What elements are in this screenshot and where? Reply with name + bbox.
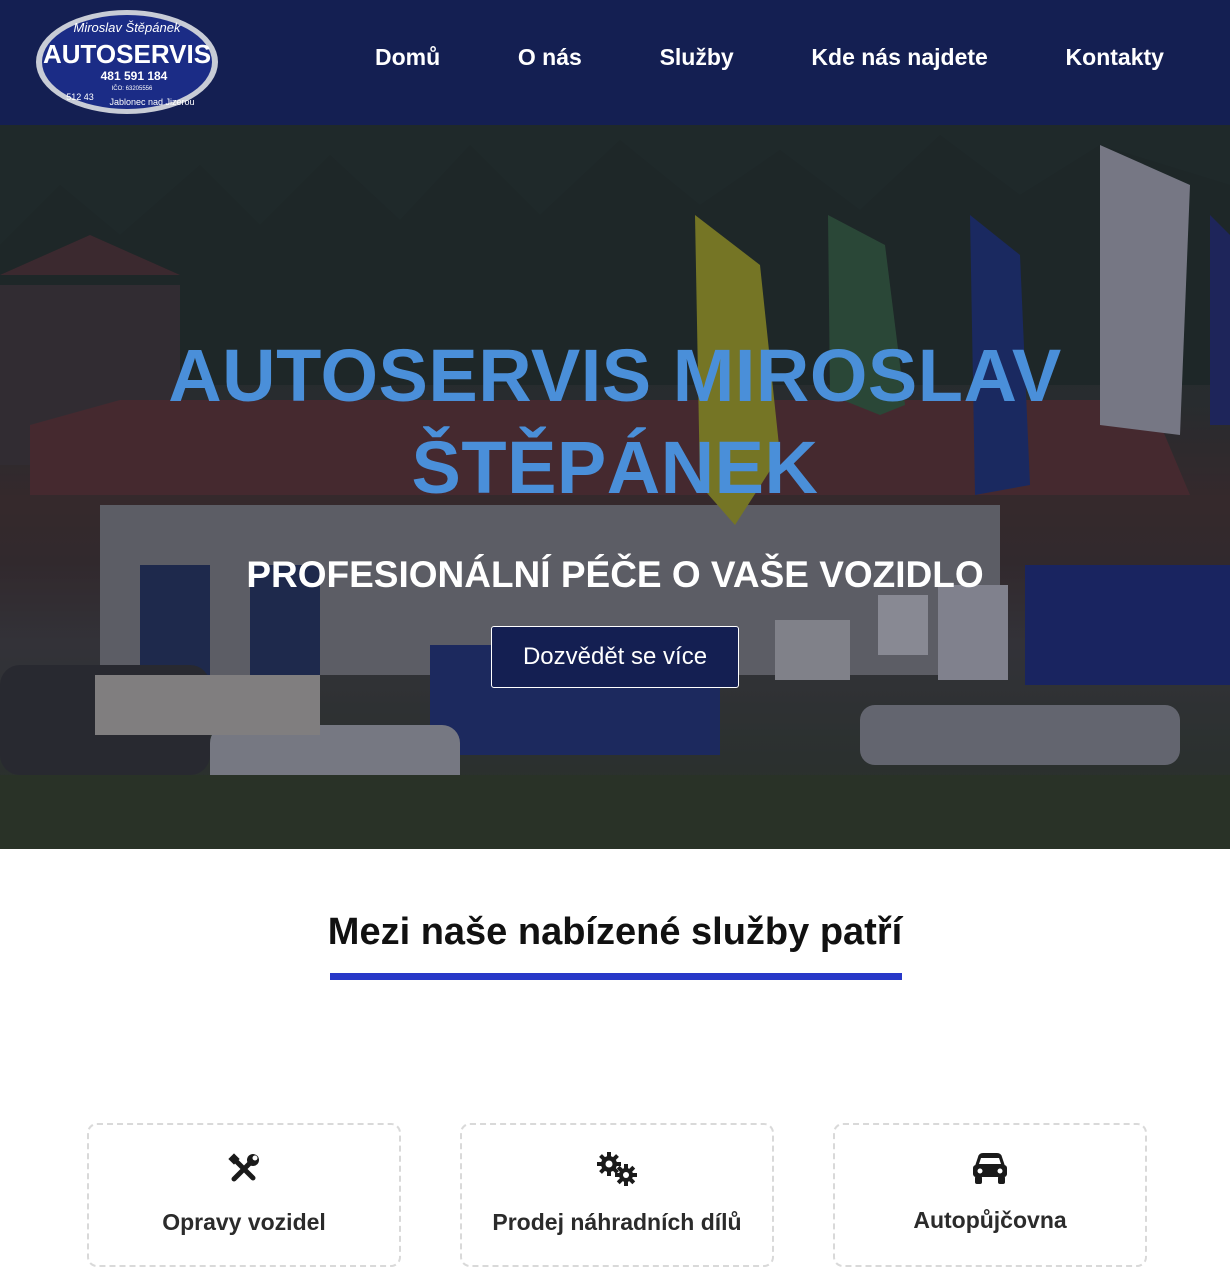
tools-icon xyxy=(228,1153,259,1182)
car-icon xyxy=(973,1153,1007,1184)
hero-section: AUTOSERVIS MIROSLAV ŠTĚPÁNEK PROFESIONÁL… xyxy=(0,125,1230,849)
logo-phone: 481 591 184 xyxy=(101,69,168,83)
logo-town: Jablonec nad Jizerou xyxy=(109,97,194,107)
main-nav: Domů O nás Služby Kde nás najdete Kontak… xyxy=(345,36,1194,79)
service-label-parts: Prodej náhradních dílů xyxy=(492,1209,742,1235)
services-section: Mezi naše nabízené služby patří Opravy v… xyxy=(0,849,1230,1267)
hero-content: AUTOSERVIS MIROSLAV ŠTĚPÁNEK PROFESIONÁL… xyxy=(0,330,1230,688)
services-title-underline xyxy=(330,973,902,980)
learn-more-button[interactable]: Dozvědět se více xyxy=(491,626,739,688)
logo-ico: IČO: 63205556 xyxy=(112,85,153,92)
gears-icon xyxy=(597,1152,637,1186)
nav-item-contacts[interactable]: Kontakty xyxy=(1036,36,1194,79)
service-card-repairs[interactable]: Opravy vozidel xyxy=(87,1123,401,1267)
nav-item-home[interactable]: Domů xyxy=(345,36,470,79)
service-card-parts[interactable]: Prodej náhradních dílů xyxy=(460,1123,774,1267)
logo-owner: Miroslav Štěpánek xyxy=(74,20,182,35)
services-title: Mezi naše nabízené služby patří xyxy=(327,911,903,953)
logo-postcode: 512 43 xyxy=(66,92,94,102)
site-logo[interactable]: Miroslav Štěpánek AUTOSERVIS 481 591 184… xyxy=(34,8,220,116)
nav-item-location[interactable]: Kde nás najdete xyxy=(781,36,1017,79)
service-label-rental: Autopůjčovna xyxy=(913,1207,1067,1233)
service-label-repairs: Opravy vozidel xyxy=(162,1209,326,1235)
service-card-rental[interactable]: Autopůjčovna xyxy=(833,1123,1147,1267)
hero-subtitle: PROFESIONÁLNÍ PÉČE O VAŠE VOZIDLO xyxy=(246,554,984,595)
logo-brand: AUTOSERVIS xyxy=(43,39,211,69)
site-header: Miroslav Štěpánek AUTOSERVIS 481 591 184… xyxy=(0,0,1230,125)
nav-item-about[interactable]: O nás xyxy=(488,36,612,79)
hero-title: AUTOSERVIS MIROSLAV ŠTĚPÁNEK xyxy=(168,334,1062,509)
nav-item-services[interactable]: Služby xyxy=(630,36,764,79)
